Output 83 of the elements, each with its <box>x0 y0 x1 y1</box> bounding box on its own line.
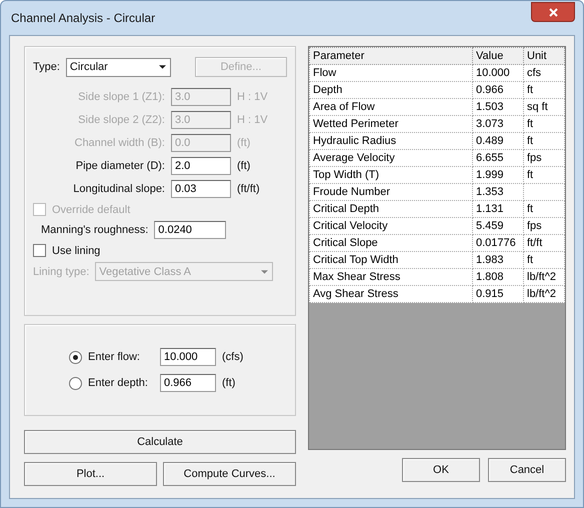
dialog-button[interactable]: Plot... <box>24 462 157 486</box>
field-label: Side slope 2 (Z2): <box>77 114 165 126</box>
table-cell: 0.489 <box>472 132 524 150</box>
checkbox[interactable] <box>33 244 46 257</box>
table-cell: cfs <box>524 64 564 82</box>
radio-dot-icon <box>73 354 78 360</box>
table-cell: fps <box>524 218 564 234</box>
unit-label: (ft) <box>222 377 236 389</box>
input-field[interactable]: 2.0 <box>171 157 231 175</box>
field-label: Channel width (B): <box>74 137 165 149</box>
table-cell: Max Shear Stress <box>310 268 472 286</box>
table-cell: lb/ft^2 <box>524 286 564 302</box>
table-cell: Hydraulic Radius <box>310 132 472 150</box>
table-cell: 1.983 <box>472 252 524 268</box>
dialog-button[interactable]: Cancel <box>488 458 566 482</box>
table-cell: 6.655 <box>472 150 524 166</box>
table-cell: ft <box>524 166 564 184</box>
calculate-button[interactable]: Calculate <box>24 430 296 454</box>
input-field[interactable]: 10.000 <box>160 348 216 366</box>
radio-label: Enter flow: <box>88 351 141 363</box>
table-cell: 0.01776 <box>472 234 524 252</box>
radio-button[interactable] <box>69 376 82 390</box>
table-cell: 1.808 <box>472 268 524 286</box>
dialog-button[interactable]: Compute Curves... <box>163 462 296 486</box>
checkbox-label: Use lining <box>52 244 100 256</box>
dialog-button[interactable]: OK <box>402 458 480 482</box>
close-icon <box>548 8 558 16</box>
table-cell: ft <box>524 116 564 132</box>
window-title: Channel Analysis - Circular <box>10 11 156 25</box>
table-cell: 5.459 <box>472 218 524 234</box>
table-cell: ft <box>524 82 564 98</box>
unit-label: (ft/ft) <box>237 183 260 195</box>
table-cell: 0.915 <box>472 286 524 302</box>
table-cell: 0.966 <box>472 82 524 98</box>
type-label: Type: <box>33 61 60 73</box>
dropdown-arrow-icon <box>158 65 166 69</box>
table-cell: Average Velocity <box>310 150 472 166</box>
dropdown-arrow-icon <box>261 270 268 274</box>
column-header: Parameter <box>310 48 472 64</box>
input-field[interactable]: 0.03 <box>171 180 231 198</box>
table-cell: Flow <box>310 64 472 82</box>
table-cell: 1.503 <box>472 98 524 116</box>
table-cell: Avg Shear Stress <box>310 286 472 302</box>
table-cell: Wetted Perimeter <box>310 116 472 132</box>
unit-label: H : 1V <box>237 91 268 103</box>
input-field[interactable]: 0.0240 <box>154 221 226 239</box>
unit-label: (cfs) <box>222 351 244 363</box>
input-field[interactable]: 0.966 <box>160 374 216 392</box>
table-cell: 3.073 <box>472 116 524 132</box>
table-cell: 1.353 <box>472 184 524 200</box>
unit-label: H : 1V <box>237 114 268 126</box>
table-cell: 1.131 <box>472 200 524 218</box>
field-label: Side slope 1 (Z1): <box>77 91 165 103</box>
table-cell: ft <box>524 132 564 150</box>
field-label: Manning's roughness: <box>41 224 148 236</box>
column-header: Unit <box>524 48 564 64</box>
table-cell: ft <box>524 252 564 268</box>
radio-button[interactable] <box>69 350 82 364</box>
table-cell: Critical Top Width <box>310 252 472 268</box>
table-cell: Froude Number <box>310 184 472 200</box>
close-button[interactable] <box>531 2 575 22</box>
table-cell: lb/ft^2 <box>524 268 564 286</box>
type-dropdown[interactable]: Circular <box>66 58 171 76</box>
radio-label: Enter depth: <box>88 377 149 389</box>
table-cell: Top Width (T) <box>310 166 472 184</box>
table-cell: Critical Velocity <box>310 218 472 234</box>
field-label: Longitudinal slope: <box>72 183 165 195</box>
table-cell: ft/ft <box>524 234 564 252</box>
unit-label: (ft) <box>237 160 250 172</box>
table-cell: Critical Slope <box>310 234 472 252</box>
table-cell: ft <box>524 200 564 218</box>
table-cell: fps <box>524 150 564 166</box>
field-label: Pipe diameter (D): <box>74 160 165 172</box>
unit-label: (ft) <box>237 137 250 149</box>
column-header: Value <box>472 48 524 64</box>
table-cell: sq ft <box>524 98 564 116</box>
table-cell: Depth <box>310 82 472 98</box>
table-cell: 1.999 <box>472 166 524 184</box>
table-cell: 10.000 <box>472 64 524 82</box>
field-label: Lining type: <box>33 266 90 278</box>
table-cell: Critical Depth <box>310 200 472 218</box>
table-cell: Area of Flow <box>310 98 472 116</box>
checkbox-label: Override default <box>52 204 130 216</box>
